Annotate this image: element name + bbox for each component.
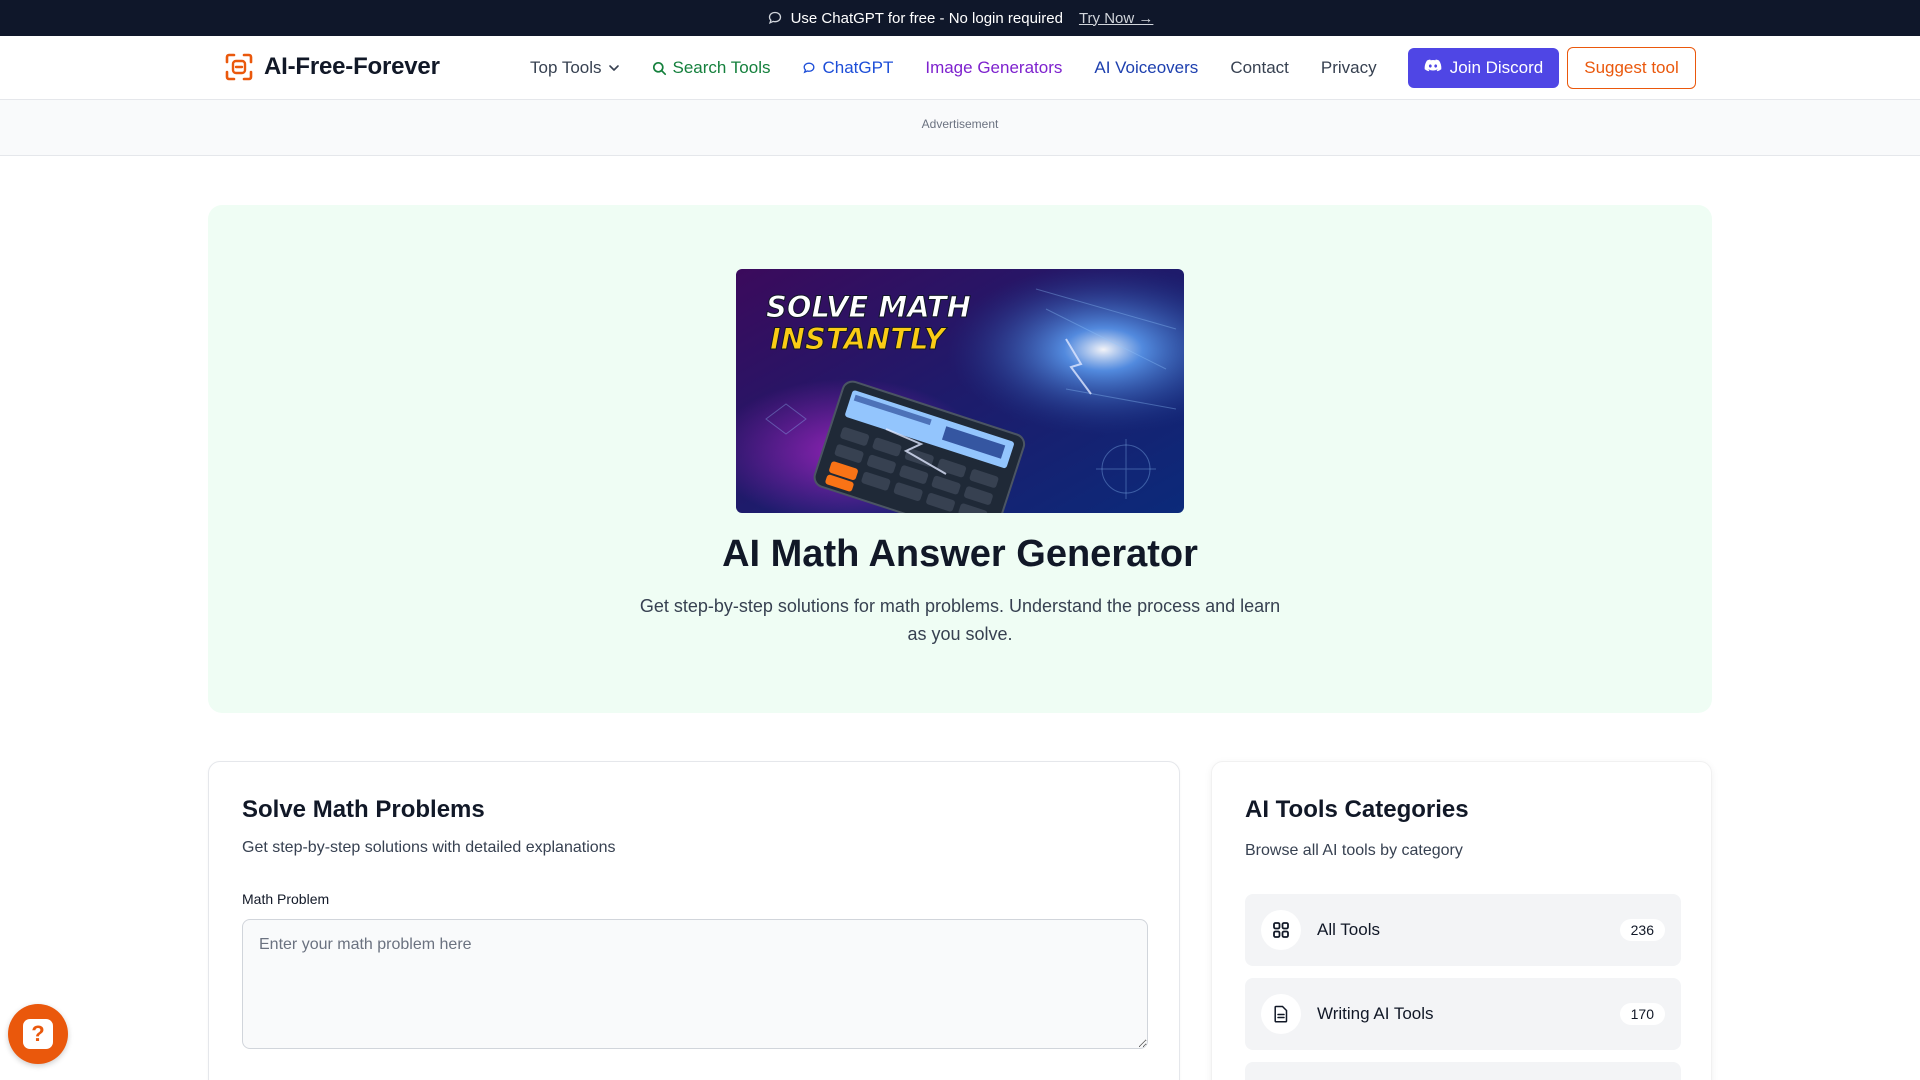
nav-ai-voiceovers-label: AI Voiceovers xyxy=(1094,58,1199,77)
nav-image-generators-label: Image Generators xyxy=(925,58,1063,77)
nav-top-tools-label: Top Tools xyxy=(530,58,602,77)
nav-ai-voiceovers[interactable]: AI Voiceovers xyxy=(1094,58,1198,78)
hero-image-text-1: SOLVE MATH xyxy=(766,290,971,324)
nav-top-tools[interactable]: Top Tools xyxy=(530,58,620,78)
chevron-down-icon xyxy=(608,62,620,74)
category-item[interactable] xyxy=(1245,1062,1681,1080)
ad-label: Advertisement xyxy=(921,117,999,131)
category-writing-ai-tools[interactable]: Writing AI Tools 170 xyxy=(1245,978,1681,1050)
solver-title: Solve Math Problems xyxy=(242,796,485,823)
hero-image: SOLVE MATH INSTANTLY xyxy=(736,269,1184,513)
categories-card: AI Tools Categories Browse all AI tools … xyxy=(1211,761,1712,1080)
grid-icon xyxy=(1261,910,1301,950)
try-now-link[interactable]: Try Now → xyxy=(1079,10,1153,27)
join-discord-label: Join Discord xyxy=(1449,58,1544,77)
nav-contact[interactable]: Contact xyxy=(1230,58,1289,78)
suggest-tool-button[interactable]: Suggest tool xyxy=(1567,47,1696,89)
math-problem-input[interactable] xyxy=(242,919,1148,1049)
category-count-badge: 170 xyxy=(1619,1003,1665,1025)
nav-links: Top Tools Search Tools ChatGPT Image Gen… xyxy=(530,36,1377,100)
nav-image-generators[interactable]: Image Generators xyxy=(925,58,1062,78)
nav-chatgpt[interactable]: ChatGPT xyxy=(802,58,893,78)
math-problem-label: Math Problem xyxy=(242,891,330,907)
solver-card: Solve Math Problems Get step-by-step sol… xyxy=(208,761,1180,1080)
nav-chatgpt-label: ChatGPT xyxy=(822,58,894,77)
logo-text: AI-Free-Forever xyxy=(264,53,440,80)
category-count-badge: 236 xyxy=(1619,919,1665,941)
promo-banner: Use ChatGPT for free - No login required… xyxy=(0,0,1920,36)
hero-image-text-2: INSTANTLY xyxy=(770,322,948,356)
main-nav: AI-Free-Forever Top Tools Search Tools C… xyxy=(0,36,1920,100)
category-all-tools[interactable]: All Tools 236 xyxy=(1245,894,1681,966)
page-subtitle: Get step-by-step solutions for math prob… xyxy=(639,596,1281,644)
site-logo[interactable]: AI-Free-Forever xyxy=(224,52,440,82)
nav-search-tools-label: Search Tools xyxy=(672,58,771,77)
help-icon: ? xyxy=(23,1019,53,1049)
ad-slot: Advertisement xyxy=(0,100,1920,156)
banner-text: Use ChatGPT for free - No login required xyxy=(790,9,1063,27)
document-icon xyxy=(1261,994,1301,1034)
categories-subtitle: Browse all AI tools by category xyxy=(1245,842,1463,859)
category-label: Writing AI Tools xyxy=(1317,1004,1434,1023)
hero-section: SOLVE MATH INSTANTLY AI Math Answer Gene… xyxy=(208,205,1712,713)
nav-search-tools[interactable]: Search Tools xyxy=(652,58,771,78)
nav-privacy-label: Privacy xyxy=(1320,58,1377,77)
discord-icon xyxy=(1424,58,1442,78)
search-icon xyxy=(652,61,667,76)
page-title: AI Math Answer Generator xyxy=(722,533,1198,575)
category-label: All Tools xyxy=(1317,920,1380,939)
join-discord-button[interactable]: Join Discord xyxy=(1408,48,1559,88)
nav-privacy[interactable]: Privacy xyxy=(1321,58,1377,78)
scan-frame-icon xyxy=(224,52,254,82)
solver-subtitle: Get step-by-step solutions with detailed… xyxy=(242,839,616,856)
chat-bubble-icon xyxy=(767,10,783,26)
nav-contact-label: Contact xyxy=(1230,58,1289,77)
categories-title: AI Tools Categories xyxy=(1245,796,1469,823)
chat-bubble-icon xyxy=(802,61,816,75)
help-button[interactable]: ? xyxy=(8,1004,68,1064)
